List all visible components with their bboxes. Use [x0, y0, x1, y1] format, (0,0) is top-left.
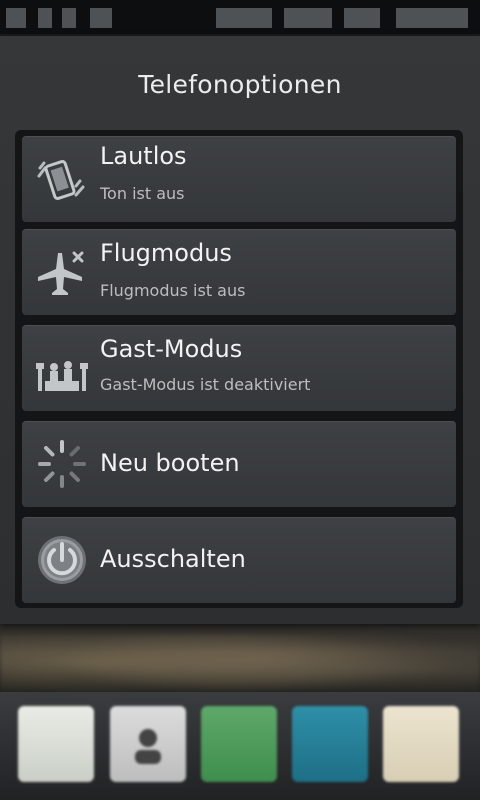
option-title: Flugmodus — [100, 239, 232, 267]
dialog-title: Telefonoptionen — [138, 70, 342, 99]
phone-options-dialog: Telefonoptionen Lautlos Ton ist aus Flug… — [0, 36, 480, 624]
power-icon — [36, 534, 88, 586]
option-reboot[interactable]: Neu booten — [22, 421, 456, 507]
maps-app-icon[interactable] — [383, 706, 459, 782]
home-screen-background — [0, 620, 480, 800]
status-clock — [396, 8, 468, 28]
option-title: Neu booten — [100, 449, 240, 477]
status-notification-icon — [62, 8, 76, 28]
status-notification-icon — [90, 8, 112, 28]
status-bar — [0, 0, 480, 34]
status-indicator-icon — [216, 8, 272, 28]
status-indicator-icon — [284, 8, 332, 28]
browser-app-icon[interactable] — [292, 706, 368, 782]
option-airplane-mode[interactable]: Flugmodus Flugmodus ist aus — [22, 229, 456, 315]
silent-phone-icon — [36, 154, 88, 206]
option-title: Ausschalten — [100, 545, 246, 573]
option-title: Gast-Modus — [100, 335, 243, 363]
option-title: Lautlos — [100, 142, 187, 170]
whatsapp-app-icon[interactable] — [201, 706, 277, 782]
option-guest-mode[interactable]: Gast-Modus Gast-Modus ist deaktiviert — [22, 325, 456, 411]
contacts-app-icon[interactable] — [110, 706, 186, 782]
option-silent-mode[interactable]: Lautlos Ton ist aus — [22, 136, 456, 222]
messaging-app-icon[interactable] — [18, 706, 94, 782]
option-subtitle: Gast-Modus ist deaktiviert — [100, 375, 311, 394]
reboot-spinner-icon — [36, 438, 88, 490]
option-subtitle: Flugmodus ist aus — [100, 281, 246, 300]
option-power-off[interactable]: Ausschalten — [22, 517, 456, 603]
status-notification-icon — [38, 8, 52, 28]
status-notification-icon — [6, 8, 26, 28]
airplane-icon — [36, 247, 88, 299]
guest-mode-icon — [36, 343, 88, 395]
option-subtitle: Ton ist aus — [100, 184, 185, 203]
status-indicator-icon — [344, 8, 380, 28]
